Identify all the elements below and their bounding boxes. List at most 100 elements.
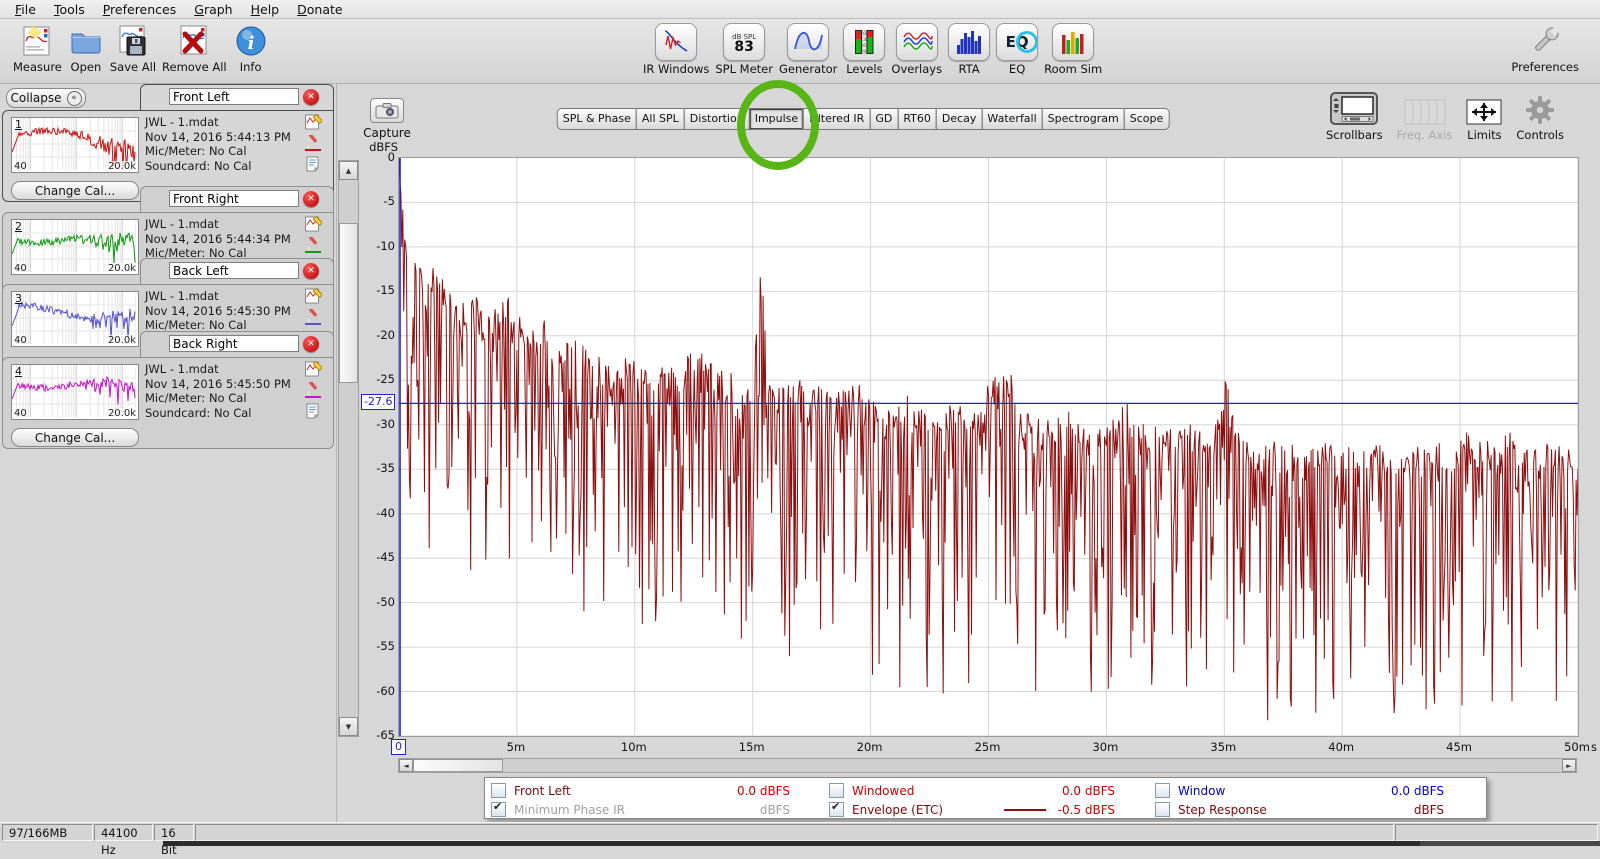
tab-filtered-ir[interactable]: Filtered IR	[803, 108, 870, 130]
graph-horizontal-scrollbar[interactable]: ◄ ►	[398, 758, 1577, 773]
notes-icon[interactable]	[305, 156, 322, 172]
remove-measurement-icon[interactable]: ✕	[303, 191, 319, 207]
measurement-thumbnail[interactable]: 4 40 20.0k	[11, 364, 139, 420]
y-axis-tick-label: -35	[348, 461, 395, 475]
menu-graph[interactable]: Graph	[185, 1, 241, 18]
scroll-thumb[interactable]	[413, 759, 503, 772]
menu-donate[interactable]: Donate	[288, 1, 351, 18]
y-axis-tick-label: -45	[348, 550, 395, 564]
capture-label: Capture	[340, 126, 434, 140]
impulse-chart[interactable]	[398, 157, 1579, 737]
collapse-sidebar-button[interactable]: Collapse «	[6, 88, 86, 108]
limits-button[interactable]: Limits	[1466, 99, 1502, 142]
legend-front-left: Front Left 0.0 dBFS	[491, 782, 790, 799]
toolbar-center-group: IR Windows dB SPL 83 SPL Meter	[640, 23, 1105, 75]
background-window-strip	[163, 841, 1420, 846]
envelope-trace-swatch	[1004, 809, 1046, 811]
remove-all-button[interactable]: Remove All	[159, 23, 230, 73]
legend-label: Window	[1178, 784, 1225, 798]
window-checkbox[interactable]	[1155, 783, 1170, 798]
trace-style-icon[interactable]	[305, 237, 322, 253]
measurement-tab: ✕	[140, 331, 334, 358]
wrench-icon	[1527, 23, 1563, 59]
measure-button[interactable]: Measure	[10, 23, 65, 73]
menu-help[interactable]: Help	[242, 1, 289, 18]
measurement-panel-back-right[interactable]: ✕ 4 40 20.0k JWL - 1.mdat Nov 14, 2016 5…	[2, 331, 334, 449]
eq-button[interactable]: EQ EQ	[993, 23, 1041, 75]
thumb-freq-max: 20.0k	[108, 408, 136, 419]
levels-button[interactable]: 0 3 6 9 Levels	[840, 23, 888, 75]
notes-icon[interactable]	[305, 403, 322, 419]
save-all-button[interactable]: Save All	[107, 23, 159, 73]
tab-gd[interactable]: GD	[869, 108, 898, 130]
measurement-thumbnail[interactable]: 1 40 20.0k	[11, 117, 139, 173]
change-cal-label: Change Cal...	[35, 431, 115, 445]
generator-button[interactable]: Generator	[776, 23, 840, 75]
x-axis: 5m10m15m20m25m30m35m40m45m50ms	[398, 740, 1600, 755]
open-label: Open	[71, 61, 102, 73]
menu-tools[interactable]: Tools	[45, 1, 94, 18]
y-axis-tick-label: -20	[348, 328, 395, 342]
toolbar-right-group: Preferences	[1508, 23, 1582, 73]
scroll-left-button[interactable]: ◄	[399, 759, 413, 772]
tab-decay[interactable]: Decay	[936, 108, 983, 130]
rta-button[interactable]: RTA	[945, 23, 993, 75]
tab-impulse[interactable]: Impulse	[749, 108, 804, 130]
remove-measurement-icon[interactable]: ✕	[303, 336, 319, 352]
tab-all-spl[interactable]: All SPL	[636, 108, 685, 130]
open-button[interactable]: Open	[65, 23, 107, 73]
tab-scope[interactable]: Scope	[1124, 108, 1170, 130]
y-axis-tick-label: -10	[348, 239, 395, 253]
windowed-checkbox[interactable]	[829, 783, 844, 798]
remove-measurement-icon[interactable]: ✕	[303, 89, 319, 105]
remove-measurement-icon[interactable]: ✕	[303, 263, 319, 279]
minimum-phase-ir-checkbox[interactable]	[491, 802, 506, 817]
preferences-button[interactable]: Preferences	[1508, 23, 1582, 73]
trace-color-bar	[305, 251, 321, 253]
freq-axis-button[interactable]: Freq. Axis	[1397, 99, 1453, 142]
measurement-actions	[305, 216, 322, 253]
menu-preferences[interactable]: Preferences	[94, 1, 186, 18]
trace-style-icon[interactable]	[305, 309, 322, 325]
spl-meter-button[interactable]: dB SPL 83 SPL Meter	[712, 23, 776, 75]
tab-distortion[interactable]: Distortion	[684, 108, 750, 130]
overlays-button[interactable]: Overlays	[888, 23, 945, 75]
edit-measurement-icon[interactable]	[305, 361, 322, 377]
tab-waterfall[interactable]: Waterfall	[981, 108, 1042, 130]
scroll-right-button[interactable]: ►	[1562, 759, 1576, 772]
limits-label: Limits	[1467, 128, 1502, 142]
limits-arrows-icon	[1466, 99, 1502, 125]
measurement-name-input[interactable]	[169, 190, 299, 207]
info-label: Info	[240, 61, 262, 73]
room-sim-button[interactable]: Room Sim	[1041, 23, 1105, 75]
info-button[interactable]: i Info	[230, 23, 272, 73]
measurement-name-input[interactable]	[169, 88, 299, 105]
menu-file[interactable]: File	[6, 1, 45, 18]
trace-style-icon[interactable]	[305, 382, 322, 398]
controls-button[interactable]: Controls	[1516, 95, 1564, 142]
measurement-name-input[interactable]	[169, 262, 299, 279]
y-axis-tick-label: -15	[348, 283, 395, 297]
edit-measurement-icon[interactable]	[305, 288, 322, 304]
rew-main-window: File Tools Preferences Graph Help Donate…	[0, 0, 1600, 846]
scrollbars-label: Scrollbars	[1326, 128, 1383, 142]
edit-measurement-icon[interactable]	[305, 114, 322, 130]
edit-measurement-icon[interactable]	[305, 216, 322, 232]
measurement-name-input[interactable]	[169, 335, 299, 352]
legend-step-response: Step Response dBFS	[1155, 801, 1444, 818]
trace-style-icon[interactable]	[305, 135, 322, 151]
tab-spectrogram[interactable]: Spectrogram	[1042, 108, 1125, 130]
tab-rt60[interactable]: RT60	[897, 108, 937, 130]
envelope-etc-checkbox[interactable]	[829, 802, 844, 817]
front-left-checkbox[interactable]	[491, 783, 506, 798]
change-cal-button[interactable]: Change Cal...	[11, 428, 139, 447]
step-response-checkbox[interactable]	[1155, 802, 1170, 817]
y-axis-tick-label: -25	[348, 372, 395, 386]
ir-windows-button[interactable]: IR Windows	[640, 23, 712, 75]
collapse-chevrons-icon: «	[67, 91, 82, 106]
tab-spl-phase[interactable]: SPL & Phase	[557, 108, 637, 130]
spl-meter-label: SPL Meter	[715, 63, 773, 75]
capture-button[interactable]	[370, 98, 404, 123]
scrollbars-button[interactable]: Scrollbars	[1326, 92, 1383, 142]
legend-label: Windowed	[852, 784, 914, 798]
